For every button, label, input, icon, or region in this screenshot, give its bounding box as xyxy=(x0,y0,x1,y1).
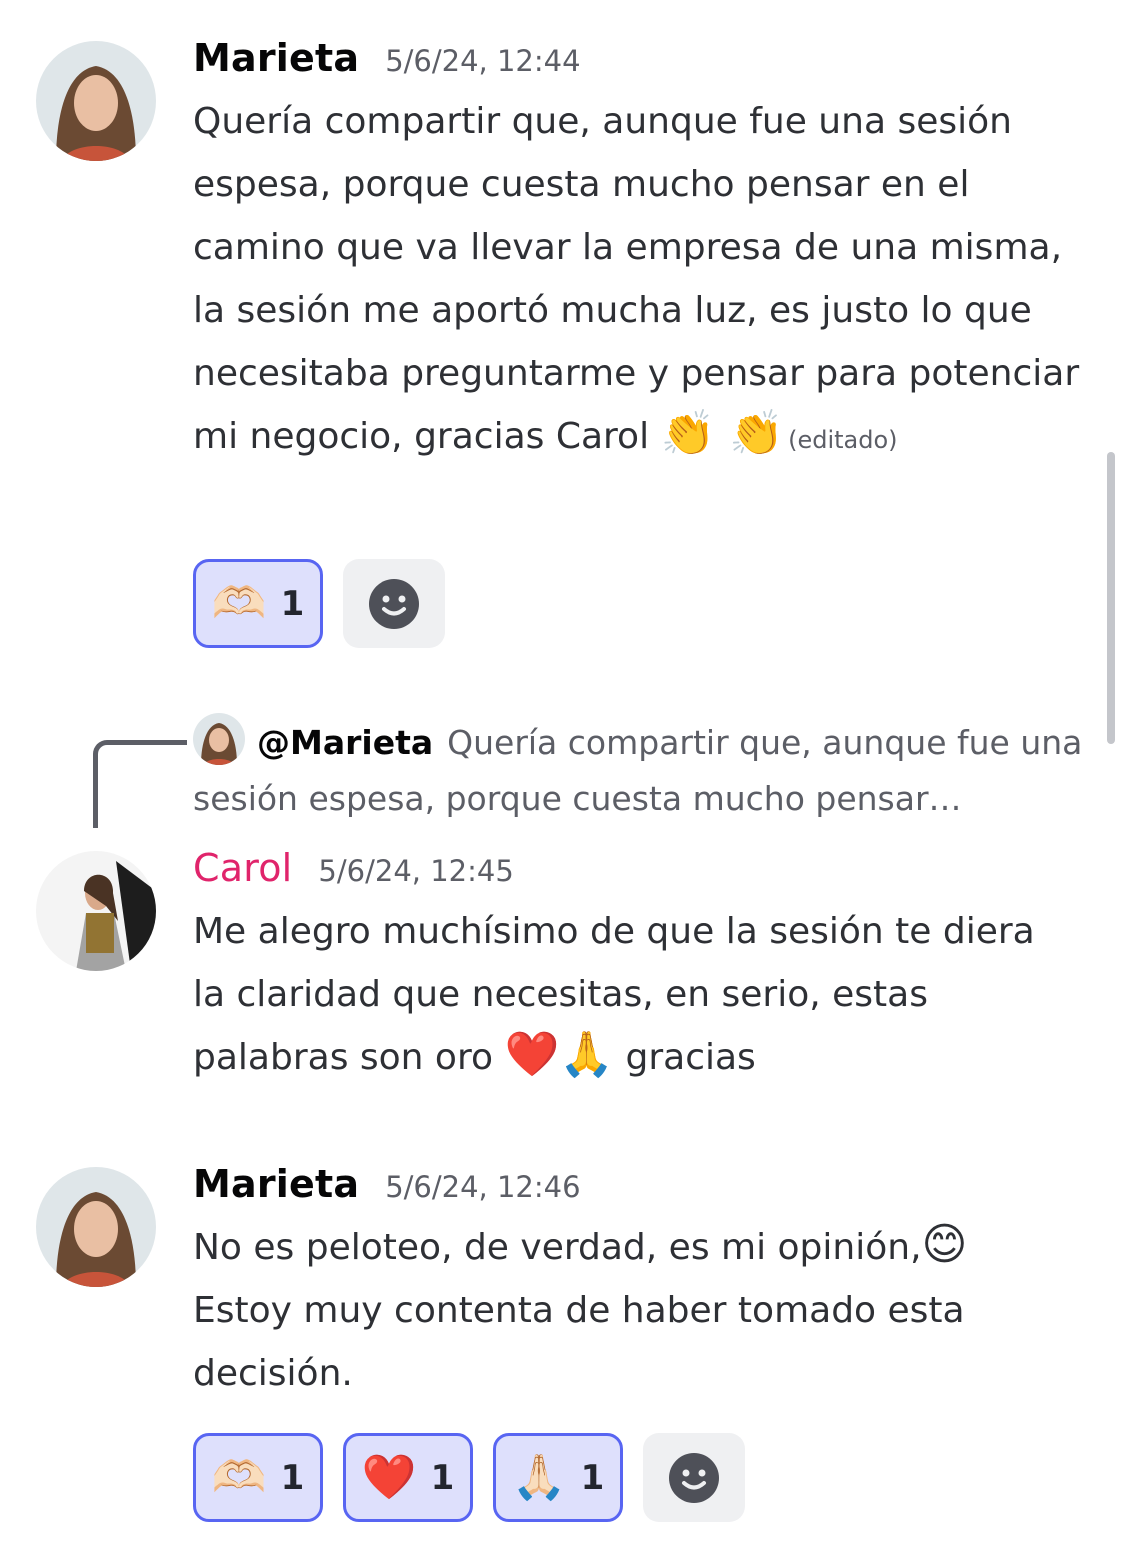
avatar xyxy=(193,712,245,765)
red-heart-emoji: ❤️ xyxy=(361,1451,417,1503)
message-body: Quería compartir que, aunque fue una ses… xyxy=(193,101,1091,457)
reaction-pray[interactable]: 🙏🏻 1 xyxy=(493,1433,623,1522)
scrollbar[interactable] xyxy=(1107,452,1115,744)
avatar[interactable] xyxy=(36,851,156,971)
clapping-hands-emoji: 👏 👏 xyxy=(660,408,785,459)
smiley-icon xyxy=(369,578,419,629)
reaction-heart-hands[interactable]: 🫶🏻 1 xyxy=(193,559,323,648)
avatar[interactable] xyxy=(36,1167,156,1287)
message-text: Quería compartir que, aunque fue una ses… xyxy=(193,90,1093,472)
reactions-bar: 🫶🏻 1 xyxy=(193,559,445,648)
message-body-end: gracias xyxy=(625,1037,756,1078)
reply-preview[interactable]: @Marieta Quería compartir que, aunque fue… xyxy=(193,712,1093,826)
heart-pray-emoji: ❤️🙏 xyxy=(504,1029,615,1080)
reaction-count: 1 xyxy=(430,1457,455,1498)
heart-hands-emoji: 🫶🏻 xyxy=(211,1451,267,1503)
message-text: Me alegro muchísimo de que la sesión te … xyxy=(193,900,1063,1089)
message-body-end: Estoy muy contenta de haber tomado esta … xyxy=(193,1290,977,1394)
timestamp: 5/6/24, 12:46 xyxy=(385,1170,581,1204)
timestamp: 5/6/24, 12:45 xyxy=(318,854,514,888)
reaction-count: 1 xyxy=(580,1457,605,1498)
reactions-bar: 🫶🏻 1 ❤️ 1 🙏🏻 1 xyxy=(193,1433,745,1522)
timestamp: 5/6/24, 12:44 xyxy=(385,44,581,78)
reaction-heart-hands[interactable]: 🫶🏻 1 xyxy=(193,1433,323,1522)
username[interactable]: Marieta xyxy=(193,36,359,80)
reaction-count: 1 xyxy=(280,1457,305,1498)
edited-label: (editado) xyxy=(788,426,898,454)
folded-hands-emoji: 🙏🏻 xyxy=(511,1451,567,1503)
add-reaction-button[interactable] xyxy=(343,559,445,648)
avatar[interactable] xyxy=(36,41,156,161)
message-body: Me alegro muchísimo de que la sesión te … xyxy=(193,911,1047,1078)
message-text: No es peloteo, de verdad, es mi opinión,… xyxy=(193,1216,1073,1405)
reply-mention[interactable]: @Marieta xyxy=(257,723,433,762)
username[interactable]: Marieta xyxy=(193,1162,359,1206)
add-reaction-button[interactable] xyxy=(643,1433,745,1522)
smiling-face-emoji: 😊 xyxy=(921,1219,968,1270)
heart-hands-emoji: 🫶🏻 xyxy=(211,577,267,629)
reaction-heart[interactable]: ❤️ 1 xyxy=(343,1433,473,1522)
reaction-count: 1 xyxy=(280,583,305,624)
message-body: No es peloteo, de verdad, es mi opinión, xyxy=(193,1227,922,1268)
reply-connector xyxy=(93,740,187,828)
smiley-icon xyxy=(669,1452,719,1503)
username[interactable]: Carol xyxy=(193,846,292,890)
